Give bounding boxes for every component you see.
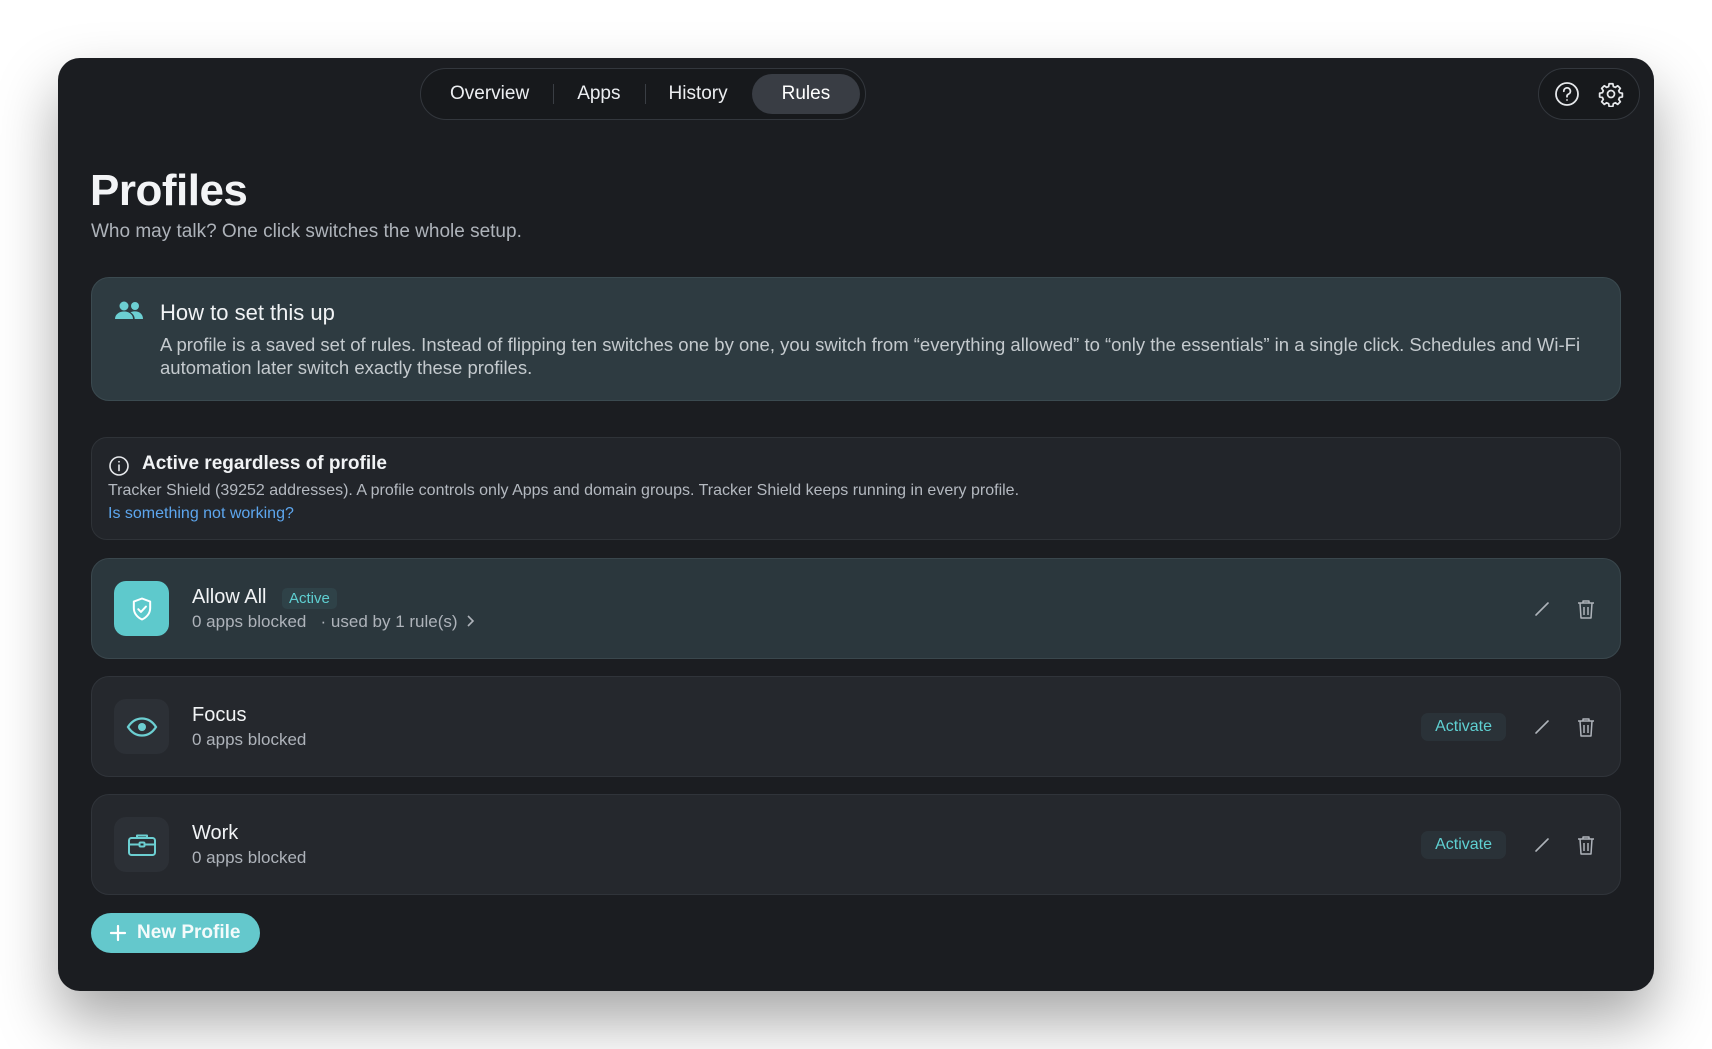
trash-icon[interactable]: [1570, 711, 1602, 743]
profile-row-allow-all[interactable]: Allow All Active 0 apps blocked · used b…: [91, 558, 1621, 659]
trash-icon[interactable]: [1570, 829, 1602, 861]
page-title: Profiles: [90, 166, 248, 215]
profile-actions: Activate: [1421, 795, 1602, 894]
eye-icon: [114, 699, 169, 754]
blocked-count: 0 apps blocked: [192, 848, 307, 867]
plus-icon: [109, 924, 127, 942]
profile-name: Focus: [192, 704, 247, 726]
setup-info-card: How to set this up A profile is a saved …: [91, 277, 1621, 401]
top-tab-bar: Overview Apps History Rules: [420, 68, 867, 120]
info-icon: [108, 455, 130, 482]
profile-subtitle: 0 apps blocked · used by 1 rule(s): [192, 612, 475, 632]
help-circle-icon[interactable]: [1551, 78, 1583, 110]
troubleshoot-link[interactable]: Is something not working?: [108, 505, 294, 523]
shield-check-icon: [114, 581, 169, 636]
toolbar-right: [1538, 68, 1640, 120]
tab-rules[interactable]: Rules: [751, 74, 861, 114]
always-active-note: Active regardless of profile Tracker Shi…: [91, 437, 1621, 540]
profile-name: Allow All: [192, 586, 267, 608]
profile-row-focus[interactable]: Focus 0 apps blocked Activate: [91, 676, 1621, 777]
activate-button[interactable]: Activate: [1421, 712, 1506, 741]
activate-button[interactable]: Activate: [1421, 830, 1506, 859]
profile-actions: Activate: [1421, 677, 1602, 776]
pencil-icon[interactable]: [1526, 593, 1558, 625]
new-profile-button[interactable]: New Profile: [91, 913, 261, 953]
used-by-rules-text: · used by 1 rule(s): [320, 612, 458, 631]
used-by-rules-link[interactable]: · used by 1 rule(s): [321, 612, 476, 631]
profile-name: Work: [192, 822, 239, 844]
profile-row-work[interactable]: Work 0 apps blocked Activate: [91, 794, 1621, 895]
briefcase-icon: [114, 817, 169, 872]
trash-icon[interactable]: [1570, 593, 1602, 625]
gear-icon[interactable]: [1595, 78, 1627, 110]
info-title: How to set this up: [160, 300, 335, 325]
info-body: A profile is a saved set of rules. Inste…: [160, 334, 1581, 378]
people-icon: [114, 300, 144, 327]
tab-history[interactable]: History: [645, 74, 752, 114]
page-subtitle: Who may talk? One click switches the who…: [91, 221, 522, 242]
pencil-icon[interactable]: [1526, 711, 1558, 743]
active-badge: Active: [282, 588, 337, 609]
blocked-count: 0 apps blocked: [192, 612, 307, 631]
note-body: Tracker Shield (39252 addresses). A prof…: [108, 482, 1020, 499]
note-title: Active regardless of profile: [142, 453, 387, 474]
app-window: Overview Apps History Rules Profiles Who…: [58, 58, 1654, 991]
pencil-icon[interactable]: [1526, 829, 1558, 861]
tab-apps[interactable]: Apps: [553, 74, 646, 114]
chevron-right-icon: [467, 615, 475, 627]
blocked-count: 0 apps blocked: [192, 730, 307, 749]
new-profile-label: New Profile: [137, 922, 241, 943]
tab-overview[interactable]: Overview: [426, 74, 555, 114]
profile-actions: [1526, 559, 1602, 658]
